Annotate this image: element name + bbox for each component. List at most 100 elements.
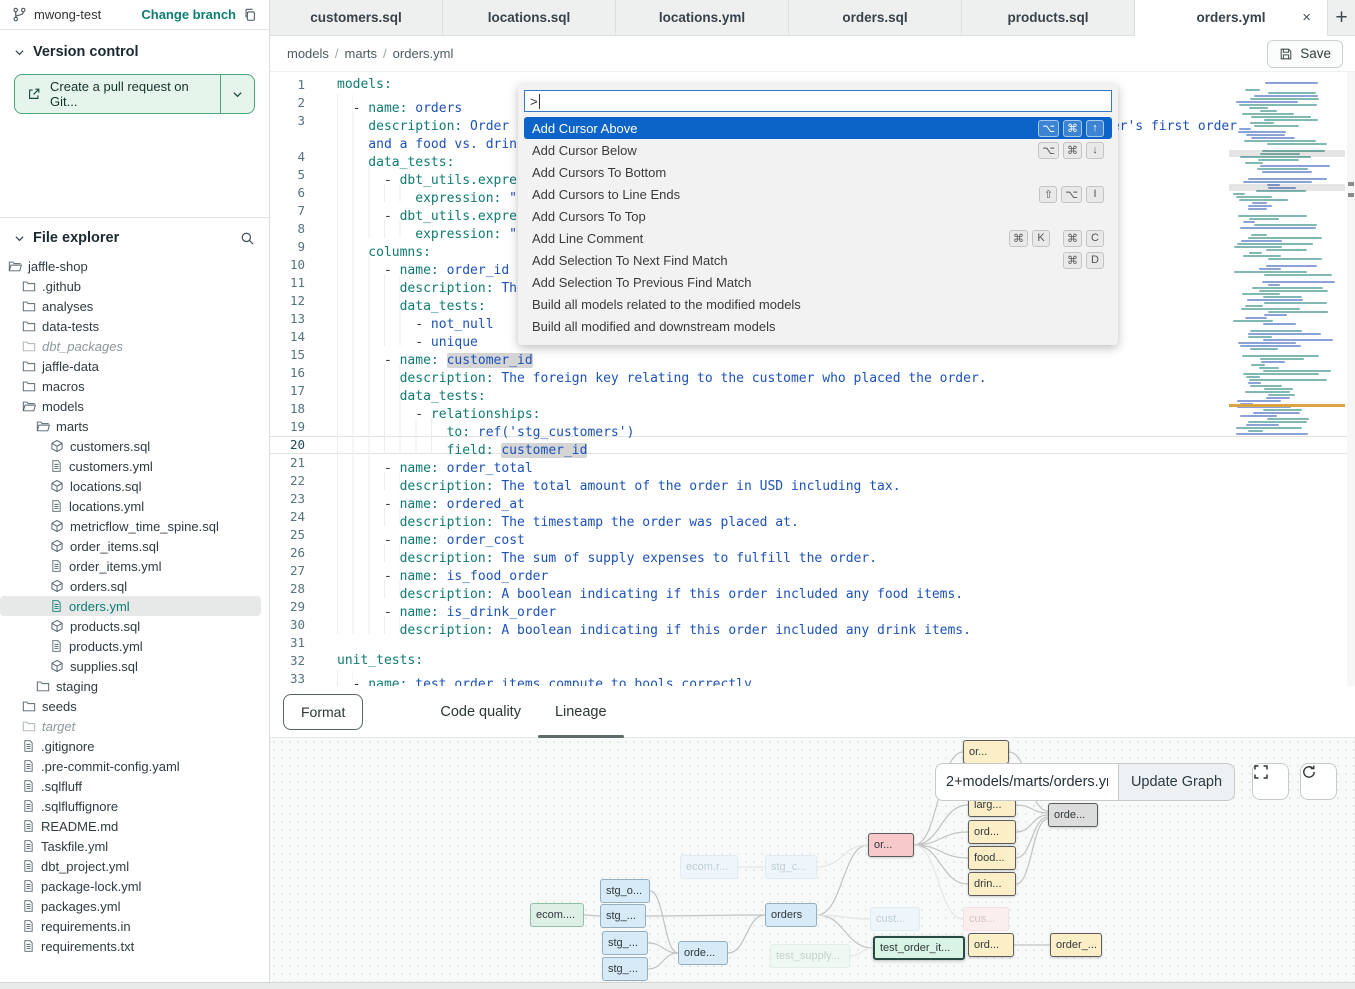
file-tree-item[interactable]: macros [0,376,261,396]
code-line[interactable]: 24description: The timestamp the order w… [270,508,1355,526]
command-palette-input[interactable]: > [524,90,1112,112]
code-line[interactable]: 18- relationships: [270,400,1355,418]
change-branch-link[interactable]: Change branch [141,7,236,22]
command-item[interactable]: Build all modified and downstream models [524,315,1112,337]
lineage-canvas[interactable]: ecom....stg_o...stg_...stg_...stg_...ord… [270,738,1355,982]
file-tree-item[interactable]: orders.yml [0,596,261,616]
file-tree-item[interactable]: jaffle-data [0,356,261,376]
file-tree-item[interactable]: metricflow_time_spine.sql [0,516,261,536]
tab-orders.sql[interactable]: orders.sql [789,0,962,35]
file-tree-item[interactable]: locations.yml [0,496,261,516]
file-tree-item[interactable]: .sqlfluff [0,776,261,796]
lineage-selector-input[interactable] [935,763,1118,801]
lineage-node[interactable]: orde... [678,941,728,965]
save-button[interactable]: Save [1267,40,1343,68]
file-tree-item[interactable]: orders.sql [0,576,261,596]
code-line[interactable]: 20field: customer_id [270,436,1355,454]
file-tree-item[interactable]: requirements.in [0,916,261,936]
code-line[interactable]: 15- name: customer_id [270,346,1355,364]
command-item[interactable]: Add Cursors to Line Ends⇧⌥I [524,183,1112,205]
lineage-node[interactable]: stg_... [602,931,648,955]
file-tree-item[interactable]: jaffle-shop [0,256,261,276]
lineage-node[interactable]: test_supply... [770,944,850,968]
file-tree-item[interactable]: data-tests [0,316,261,336]
file-tree-item[interactable]: analyses [0,296,261,316]
file-tree-item[interactable]: order_items.sql [0,536,261,556]
file-tree-item[interactable]: README.md [0,816,261,836]
update-graph-button[interactable]: Update Graph [1118,763,1235,801]
code-line[interactable]: 30description: A boolean indicating if t… [270,616,1355,634]
lineage-node[interactable]: ord... [968,933,1014,957]
file-tree-item[interactable]: package-lock.yml [0,876,261,896]
lineage-node[interactable]: or... [963,740,1009,764]
pr-dropdown-toggle[interactable] [220,75,254,113]
code-line[interactable]: 22description: The total amount of the o… [270,472,1355,490]
command-item[interactable]: Add Line Comment⌘K⌘C [524,227,1112,249]
tab-orders.yml[interactable]: orders.yml× [1135,0,1328,36]
file-tree-item[interactable]: locations.sql [0,476,261,496]
refresh-button[interactable] [1300,763,1337,800]
code-line[interactable]: 21- name: order_total [270,454,1355,472]
file-tree-item[interactable]: marts [0,416,261,436]
lineage-node[interactable]: cus... [963,907,1009,931]
lineage-node[interactable]: stg_... [600,904,646,928]
file-tree-item[interactable]: customers.yml [0,456,261,476]
lineage-node[interactable]: orde... [1048,803,1098,827]
lineage-node[interactable]: ecom.... [530,903,584,927]
breadcrumb-item[interactable]: models [287,46,329,61]
lineage-node[interactable]: cust... [870,907,920,931]
lineage-node[interactable]: stg_... [602,957,648,981]
copy-icon[interactable] [243,8,257,22]
file-tree-item[interactable]: order_items.yml [0,556,261,576]
lineage-node[interactable]: ecom.r... [680,855,738,879]
format-button[interactable]: Format [283,694,363,730]
file-tree-item[interactable]: Taskfile.yml [0,836,261,856]
command-item[interactable]: Add Cursor Below⌥⌘↓ [524,139,1112,161]
minimap[interactable] [1229,82,1345,448]
editor-scrollbar[interactable] [1347,72,1355,686]
code-line[interactable]: 32unit_tests: [270,652,1355,670]
code-editor[interactable]: 1models:2- name: orders3description: Ord… [270,72,1355,686]
command-item[interactable]: Build all models related to the modified… [524,293,1112,315]
panel-tab-code-quality[interactable]: Code quality [423,686,538,738]
file-tree-item[interactable]: .sqlfluffignore [0,796,261,816]
search-icon[interactable] [240,231,255,246]
command-item[interactable]: Add Selection To Next Find Match⌘D [524,249,1112,271]
lineage-node[interactable]: stg_c... [765,855,817,879]
lineage-node[interactable]: or... [868,833,914,857]
breadcrumb-item[interactable]: marts [345,46,378,61]
file-tree-item[interactable]: products.yml [0,636,261,656]
file-tree-item[interactable]: customers.sql [0,436,261,456]
tab-products.sql[interactable]: products.sql [962,0,1135,35]
tab-locations.sql[interactable]: locations.sql [443,0,616,35]
panel-tab-lineage[interactable]: Lineage [538,686,624,738]
file-tree-item[interactable]: requirements.txt [0,936,261,956]
command-item[interactable]: Add Selection To Previous Find Match [524,271,1112,293]
file-tree-item[interactable]: target [0,716,261,736]
file-tree-item[interactable]: models [0,396,261,416]
file-tree-item[interactable]: dbt_project.yml [0,856,261,876]
code-line[interactable]: 33- name: test_order_items_compute_to_bo… [270,670,1355,686]
file-tree-item[interactable]: dbt_packages [0,336,261,356]
command-item[interactable]: Add Cursors To Bottom [524,161,1112,183]
file-tree-item[interactable]: .github [0,276,261,296]
lineage-node[interactable]: stg_o... [600,879,650,903]
code-line[interactable]: 19to: ref('stg_customers') [270,418,1355,436]
lineage-node[interactable]: orders [765,903,817,927]
code-line[interactable]: 16description: The foreign key relating … [270,364,1355,382]
create-pr-button[interactable]: Create a pull request on Git... [14,74,255,114]
lineage-node[interactable]: ord... [968,820,1016,844]
command-item[interactable]: Add Cursors To Top [524,205,1112,227]
tab-locations.yml[interactable]: locations.yml [616,0,789,35]
chevron-down-icon[interactable] [14,233,25,244]
close-tab-icon[interactable]: × [1302,9,1311,26]
breadcrumb-item[interactable]: orders.yml [393,46,454,61]
file-tree-item[interactable]: .gitignore [0,736,261,756]
lineage-node[interactable]: order_... [1050,933,1102,957]
code-line[interactable]: 28description: A boolean indicating if t… [270,580,1355,598]
code-line[interactable]: 26description: The sum of supply expense… [270,544,1355,562]
lineage-node[interactable]: food... [968,846,1016,870]
tab-customers.sql[interactable]: customers.sql [270,0,443,35]
file-tree-item[interactable]: .pre-commit-config.yaml [0,756,261,776]
file-tree-item[interactable]: packages.yml [0,896,261,916]
